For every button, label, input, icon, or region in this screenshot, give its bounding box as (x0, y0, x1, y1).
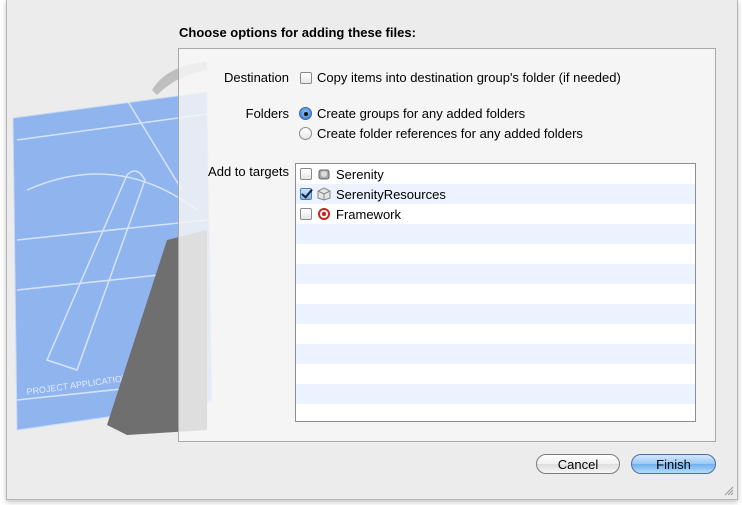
target-row-serenityresources[interactable]: SerenityResources (296, 184, 695, 204)
radio-button[interactable] (299, 127, 312, 140)
empty-row (296, 404, 695, 421)
targets-list[interactable]: Serenity SerenityResources Framework (295, 163, 696, 422)
checkbox[interactable] (300, 71, 312, 84)
add-files-dialog: PROJECT APPLICATION.APP Choose options f… (6, 0, 738, 500)
empty-row (296, 384, 695, 404)
destination-label: Destination (223, 70, 289, 85)
target-row-framework[interactable]: Framework (296, 204, 695, 224)
radio-create-groups[interactable]: Create groups for any added folders (299, 106, 525, 121)
radio-create-folder-references[interactable]: Create folder references for any added f… (299, 126, 583, 141)
dialog-heading: Choose options for adding these files: (179, 25, 416, 40)
empty-row (296, 304, 695, 324)
cancel-button[interactable]: Cancel (536, 454, 620, 474)
target-bullseye-icon (318, 208, 330, 220)
empty-row (296, 224, 695, 244)
folders-label: Folders (245, 106, 289, 121)
empty-row (296, 344, 695, 364)
checkbox[interactable] (300, 208, 312, 220)
empty-row (296, 284, 695, 304)
empty-row (296, 244, 695, 264)
finish-button[interactable]: Finish (631, 454, 716, 474)
bundle-target-icon (317, 187, 331, 201)
radio-button[interactable] (299, 107, 312, 120)
empty-row (296, 364, 695, 384)
checkbox[interactable] (300, 188, 312, 200)
empty-row (296, 264, 695, 284)
targets-label: Add to targets (208, 164, 289, 179)
options-panel: Destination Copy items into destination … (178, 48, 716, 442)
resize-grip-icon[interactable] (723, 485, 734, 496)
app-target-icon (318, 169, 330, 180)
checkbox[interactable] (300, 168, 312, 180)
copy-items-checkbox[interactable]: Copy items into destination group's fold… (300, 70, 621, 85)
empty-row (296, 324, 695, 344)
target-row-serenity[interactable]: Serenity (296, 164, 695, 184)
